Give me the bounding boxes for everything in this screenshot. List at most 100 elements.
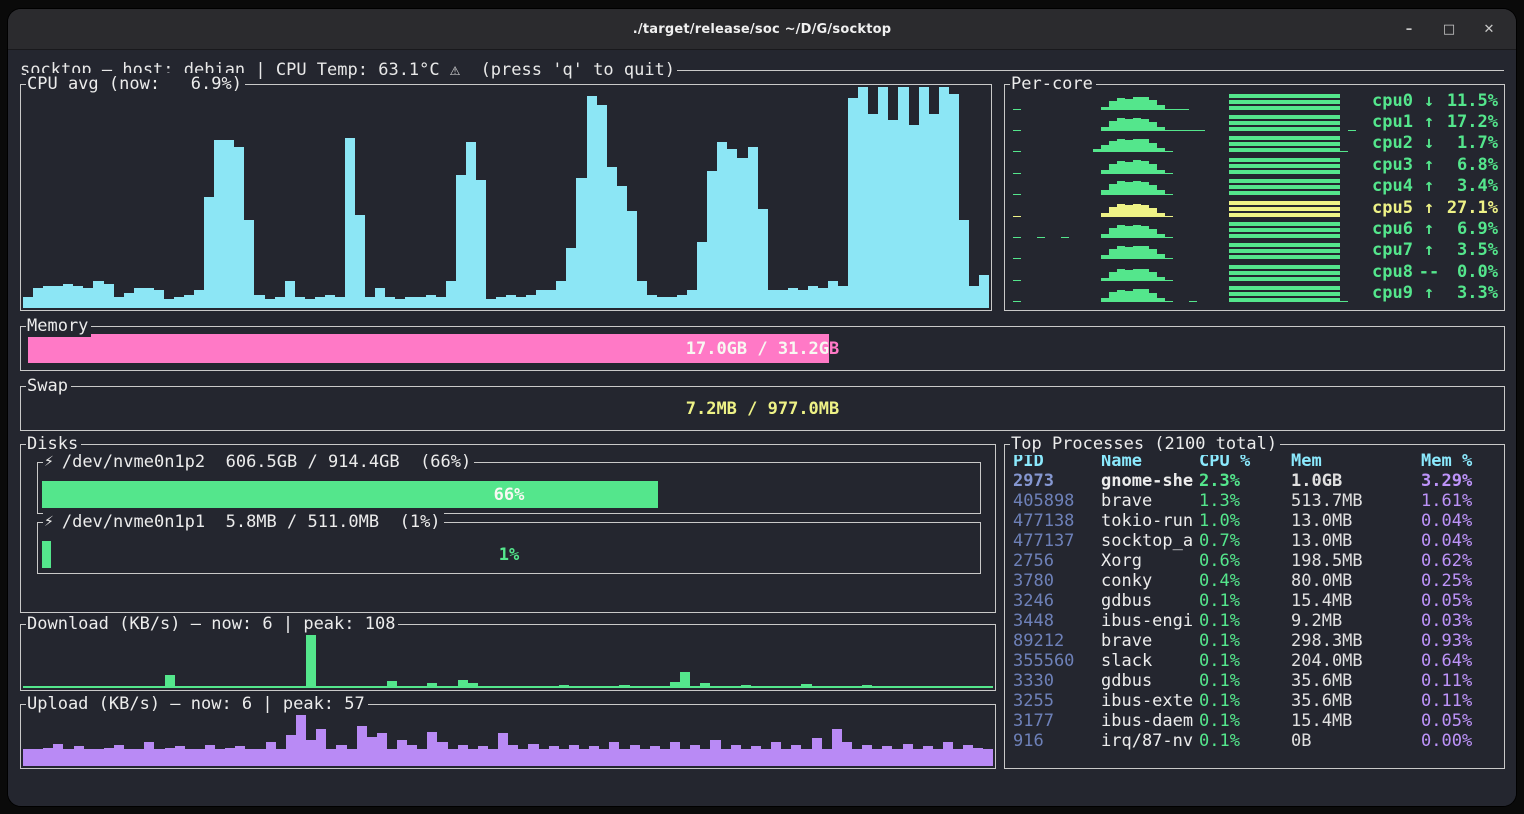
chart-bar xyxy=(1229,220,1237,238)
chart-bar xyxy=(838,286,848,308)
chart-bar xyxy=(1332,177,1340,195)
chart-bar xyxy=(888,120,898,308)
chart-bar xyxy=(650,686,660,688)
process-cpu: 0.7% xyxy=(1199,531,1291,551)
chart-bar xyxy=(528,744,538,766)
chart-bar xyxy=(579,686,589,688)
chart-bar xyxy=(788,288,798,308)
chart-bar xyxy=(1245,241,1253,259)
column-header: Mem % xyxy=(1421,451,1498,471)
chart-bar xyxy=(1173,130,1181,131)
chart-bar xyxy=(407,745,417,766)
chart-bar xyxy=(903,686,913,688)
process-name: gdbus xyxy=(1101,671,1199,691)
chart-bar xyxy=(768,290,778,308)
cpu7-history-chart xyxy=(1013,241,1364,259)
chart-bar xyxy=(1141,119,1149,131)
chart-bar xyxy=(1093,149,1101,152)
chart-bar xyxy=(1324,135,1332,152)
minimize-icon[interactable]: – xyxy=(1396,16,1422,42)
process-pid: 477138 xyxy=(1013,511,1101,531)
chart-bar xyxy=(1253,92,1261,110)
chart-bar xyxy=(943,742,953,766)
chart-bar xyxy=(114,686,124,688)
process-mem-pct: 0.11% xyxy=(1421,671,1498,691)
chart-bar xyxy=(205,686,215,688)
process-mem-pct: 0.00% xyxy=(1421,731,1498,751)
chart-bar xyxy=(436,297,446,308)
chart-bar xyxy=(1292,263,1300,281)
chart-bar xyxy=(778,290,788,308)
chart-bar xyxy=(1117,225,1125,238)
close-icon[interactable]: ✕ xyxy=(1476,16,1502,42)
process-row: 89212brave0.1%298.3MB0.93% xyxy=(1013,631,1498,651)
chart-bar xyxy=(559,749,569,766)
process-mem-pct: 0.04% xyxy=(1421,531,1498,551)
chart-bar xyxy=(801,684,811,688)
chart-bar xyxy=(1125,119,1133,131)
cpu8-history-chart xyxy=(1013,263,1364,281)
chart-bar xyxy=(1157,298,1165,302)
chart-bar xyxy=(73,286,83,308)
chart-bar xyxy=(33,686,43,688)
chart-bar xyxy=(1141,269,1149,281)
chart-bar xyxy=(781,749,791,766)
chart-bar xyxy=(1300,284,1308,302)
process-mem: 9.2MB xyxy=(1291,611,1421,631)
column-header: Mem xyxy=(1291,451,1421,471)
cpu5-history-chart xyxy=(1013,199,1364,217)
swap-title: Swap xyxy=(26,375,71,397)
chart-bar xyxy=(690,745,700,766)
chart-bar xyxy=(1261,220,1269,238)
chart-bar xyxy=(882,746,892,766)
chart-bar xyxy=(306,634,316,688)
chart-bar xyxy=(1229,156,1237,174)
chart-bar xyxy=(53,286,63,308)
window-titlebar[interactable]: ./target/release/soc ~/D/G/socktop – □ ✕ xyxy=(8,9,1516,50)
chart-bar xyxy=(144,742,154,766)
process-pid: 3246 xyxy=(1013,591,1101,611)
chart-bar xyxy=(154,290,164,308)
chart-bar xyxy=(224,140,234,308)
chart-bar xyxy=(781,686,791,688)
chart-bar xyxy=(953,749,963,766)
chart-bar xyxy=(1101,170,1109,174)
chart-bar xyxy=(1237,177,1245,195)
gauge-label: 66% xyxy=(42,481,976,508)
process-mem: 13.0MB xyxy=(1291,511,1421,531)
chart-bar xyxy=(650,746,660,766)
chart-bar xyxy=(1237,284,1245,302)
chart-bar xyxy=(1157,254,1165,259)
chart-bar xyxy=(1276,177,1284,195)
chart-bar xyxy=(710,740,720,766)
chart-bar xyxy=(1149,208,1157,217)
chart-bar xyxy=(235,746,245,766)
chart-bar xyxy=(1237,114,1245,131)
chart-bar xyxy=(1125,226,1133,238)
process-pid: 2973 xyxy=(1013,471,1101,491)
chart-bar xyxy=(1237,92,1245,110)
chart-bar xyxy=(1125,182,1133,195)
chart-bar xyxy=(1141,139,1149,152)
chart-bar xyxy=(1101,190,1109,195)
process-name: ibus-daem xyxy=(1101,711,1199,731)
process-mem-pct: 0.11% xyxy=(1421,691,1498,711)
chart-bar xyxy=(1348,130,1356,131)
disk-icon: ⚡ xyxy=(44,511,54,533)
chart-bar xyxy=(174,297,184,308)
cpu1-history-chart xyxy=(1013,113,1364,131)
chart-bar xyxy=(1284,92,1292,110)
maximize-icon[interactable]: □ xyxy=(1436,16,1462,42)
chart-bar xyxy=(1316,134,1324,152)
chart-bar xyxy=(276,686,286,688)
chart-bar xyxy=(387,749,397,766)
header-rule xyxy=(677,70,1504,71)
chart-bar xyxy=(1253,285,1261,302)
chart-bar xyxy=(751,746,761,766)
cpu-avg-title: CPU avg (now: 6.9%) xyxy=(26,73,245,95)
chart-bar xyxy=(587,96,597,308)
top-processes-panel: Top Processes (2100 total) PIDNameCPU %M… xyxy=(1004,444,1505,769)
chart-bar xyxy=(933,686,943,688)
chart-bar xyxy=(285,281,295,308)
chart-bar xyxy=(1013,237,1021,238)
